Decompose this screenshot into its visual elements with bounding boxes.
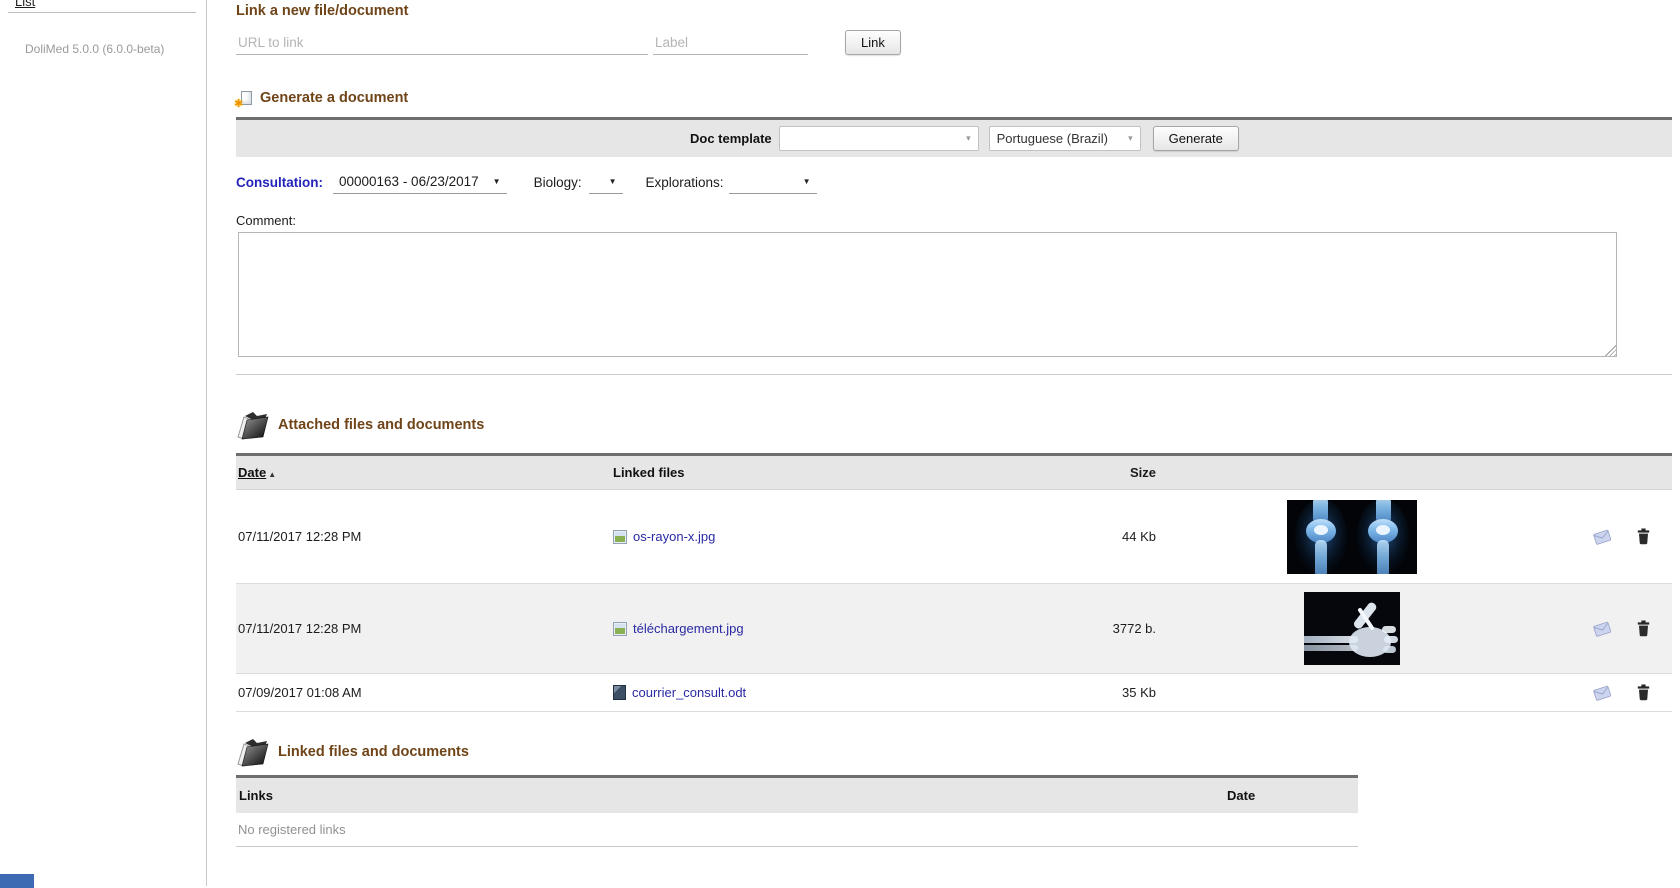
- chevron-down-icon: ▼: [492, 177, 501, 186]
- url-to-link-input[interactable]: [236, 30, 648, 55]
- link-button[interactable]: Link: [845, 30, 901, 55]
- sort-asc-icon: ▲: [268, 470, 277, 479]
- biology-label: Biology:: [533, 174, 582, 190]
- chevron-down-icon: ▾: [966, 133, 971, 143]
- share-document-icon[interactable]: [1593, 528, 1611, 545]
- chevron-down-icon: ▾: [1128, 133, 1133, 143]
- generate-button[interactable]: Generate: [1152, 126, 1239, 151]
- explorations-select[interactable]: ▼: [728, 170, 817, 194]
- comment-label: Comment:: [236, 213, 296, 228]
- table-row: 07/11/2017 12:28 PM os-rayon-x.jpg 44 Kb: [236, 490, 1672, 584]
- linked-files-table-header: Links Date: [236, 775, 1358, 813]
- sidebar-divider: [8, 12, 196, 13]
- table-row: 07/11/2017 12:28 PM téléchargement.jpg 3…: [236, 584, 1672, 674]
- biology-select[interactable]: ▼: [588, 170, 623, 194]
- chevron-down-icon: ▼: [608, 177, 617, 186]
- link-label-input[interactable]: [653, 30, 808, 55]
- sidebar-item-list[interactable]: List: [15, 0, 35, 9]
- attached-files-section-title: Attached files and documents: [278, 416, 485, 433]
- links-column-header: Links: [239, 788, 273, 803]
- file-date: 07/11/2017 12:28 PM: [238, 529, 362, 544]
- share-document-icon[interactable]: [1593, 684, 1611, 701]
- main-content: Link a new file/document Link ✱ Generate…: [234, 0, 1672, 847]
- consultation-label: Consultation:: [236, 174, 323, 190]
- consultation-select[interactable]: 00000163 - 06/23/2017 ▼: [333, 170, 507, 194]
- generate-document-toolbar: Doc template ▾ Portuguese (Brazil) ▾ Gen…: [236, 117, 1672, 157]
- share-document-icon[interactable]: [1593, 620, 1611, 637]
- knee-xray-thumbnail[interactable]: [1287, 499, 1417, 574]
- sort-by-date-link[interactable]: Date: [238, 465, 266, 480]
- link-file-form: Link: [236, 30, 1672, 55]
- size-column-header: Size: [1129, 465, 1156, 480]
- folder-icon: [237, 738, 269, 767]
- linked-files-section-title: Linked files and documents: [278, 743, 469, 760]
- chevron-down-icon: ▼: [802, 177, 811, 186]
- generate-document-icon: ✱: [234, 90, 252, 109]
- delete-file-icon[interactable]: [1637, 620, 1650, 637]
- comment-textarea[interactable]: [238, 232, 1617, 357]
- table-row: 07/09/2017 01:08 AM courrier_consult.odt…: [236, 674, 1672, 712]
- image-file-icon: [613, 529, 627, 544]
- delete-file-icon[interactable]: [1637, 684, 1650, 701]
- folder-icon: [237, 411, 269, 440]
- linked-files-column-header: Linked files: [613, 465, 685, 480]
- consultation-row: Consultation: 00000163 - 06/23/2017 ▼ Bi…: [236, 170, 1672, 194]
- file-link[interactable]: os-rayon-x.jpg: [633, 529, 715, 544]
- resize-grip[interactable]: [1605, 345, 1616, 356]
- file-size: 35 Kb: [1122, 685, 1156, 700]
- blue-corner-chip: [0, 874, 34, 888]
- explorations-label: Explorations:: [645, 174, 724, 190]
- doc-template-label: Doc template: [690, 131, 772, 146]
- generate-document-section-title: Generate a document: [260, 90, 409, 106]
- file-size: 44 Kb: [1122, 529, 1156, 544]
- hand-xray-thumbnail[interactable]: [1304, 592, 1400, 665]
- delete-file-icon[interactable]: [1637, 528, 1650, 545]
- file-link[interactable]: téléchargement.jpg: [633, 621, 744, 636]
- image-file-icon: [613, 621, 627, 636]
- language-select[interactable]: Portuguese (Brazil) ▾: [988, 126, 1141, 151]
- attached-files-table-header: Date ▲ Linked files Size: [236, 453, 1672, 490]
- file-size: 3772 b.: [1112, 621, 1156, 636]
- app-version-label: DoliMed 5.0.0 (6.0.0-beta): [25, 42, 165, 56]
- doc-template-select[interactable]: ▾: [778, 126, 979, 151]
- no-registered-links-message: No registered links: [236, 813, 1358, 847]
- link-file-section-title: Link a new file/document: [236, 3, 409, 19]
- section-divider: [236, 374, 1672, 375]
- left-sidebar: List DoliMed 5.0.0 (6.0.0-beta): [0, 0, 207, 886]
- date-column-header: Date: [1227, 788, 1256, 803]
- odt-file-icon: [613, 685, 626, 700]
- file-date: 07/11/2017 12:28 PM: [238, 621, 362, 636]
- file-link[interactable]: courrier_consult.odt: [632, 685, 746, 700]
- file-date: 07/09/2017 01:08 AM: [238, 685, 362, 700]
